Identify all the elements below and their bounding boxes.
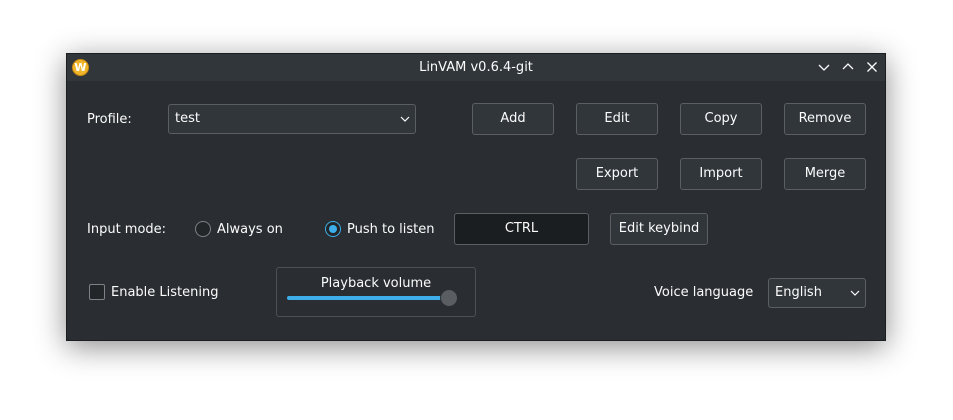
import-button[interactable]: Import bbox=[680, 158, 762, 190]
linvam-window: W LinVAM v0.6.4-git Profile: test Add Ed… bbox=[66, 53, 886, 341]
playback-volume-handle[interactable] bbox=[439, 289, 458, 307]
playback-volume-group: Playback volume bbox=[276, 267, 476, 317]
minimize-icon[interactable] bbox=[816, 59, 832, 75]
edit-keybind-button[interactable]: Edit keybind bbox=[610, 213, 708, 245]
profile-label: Profile: bbox=[87, 112, 132, 127]
voice-language-select[interactable]: English bbox=[768, 278, 866, 308]
edit-button[interactable]: Edit bbox=[576, 103, 658, 135]
input-mode-label: Input mode: bbox=[87, 222, 167, 237]
always-on-label[interactable]: Always on bbox=[217, 222, 283, 238]
title-bar[interactable]: W LinVAM v0.6.4-git bbox=[67, 54, 885, 81]
add-button[interactable]: Add bbox=[472, 103, 554, 135]
enable-listening-checkbox[interactable] bbox=[89, 284, 105, 300]
copy-button[interactable]: Copy bbox=[680, 103, 762, 135]
enable-listening-label[interactable]: Enable Listening bbox=[111, 285, 218, 301]
always-on-radio[interactable] bbox=[195, 221, 211, 237]
maximize-icon[interactable] bbox=[840, 59, 856, 75]
push-to-listen-label[interactable]: Push to listen bbox=[347, 222, 435, 238]
voice-language-label: Voice language bbox=[654, 285, 754, 300]
chevron-down-icon bbox=[400, 116, 410, 122]
close-icon[interactable] bbox=[864, 59, 880, 75]
merge-button[interactable]: Merge bbox=[784, 158, 866, 190]
voice-language-value: English bbox=[775, 285, 822, 300]
window-title: LinVAM v0.6.4-git bbox=[419, 60, 533, 75]
export-button[interactable]: Export bbox=[576, 158, 658, 190]
profile-select-value: test bbox=[175, 111, 200, 126]
playback-volume-fill bbox=[287, 296, 449, 300]
chevron-down-icon bbox=[850, 290, 860, 296]
keybind-display[interactable]: CTRL bbox=[454, 213, 589, 245]
remove-button[interactable]: Remove bbox=[784, 103, 866, 135]
profile-select[interactable]: test bbox=[168, 104, 416, 134]
playback-volume-slider[interactable] bbox=[287, 296, 457, 300]
push-to-listen-radio[interactable] bbox=[325, 221, 341, 237]
